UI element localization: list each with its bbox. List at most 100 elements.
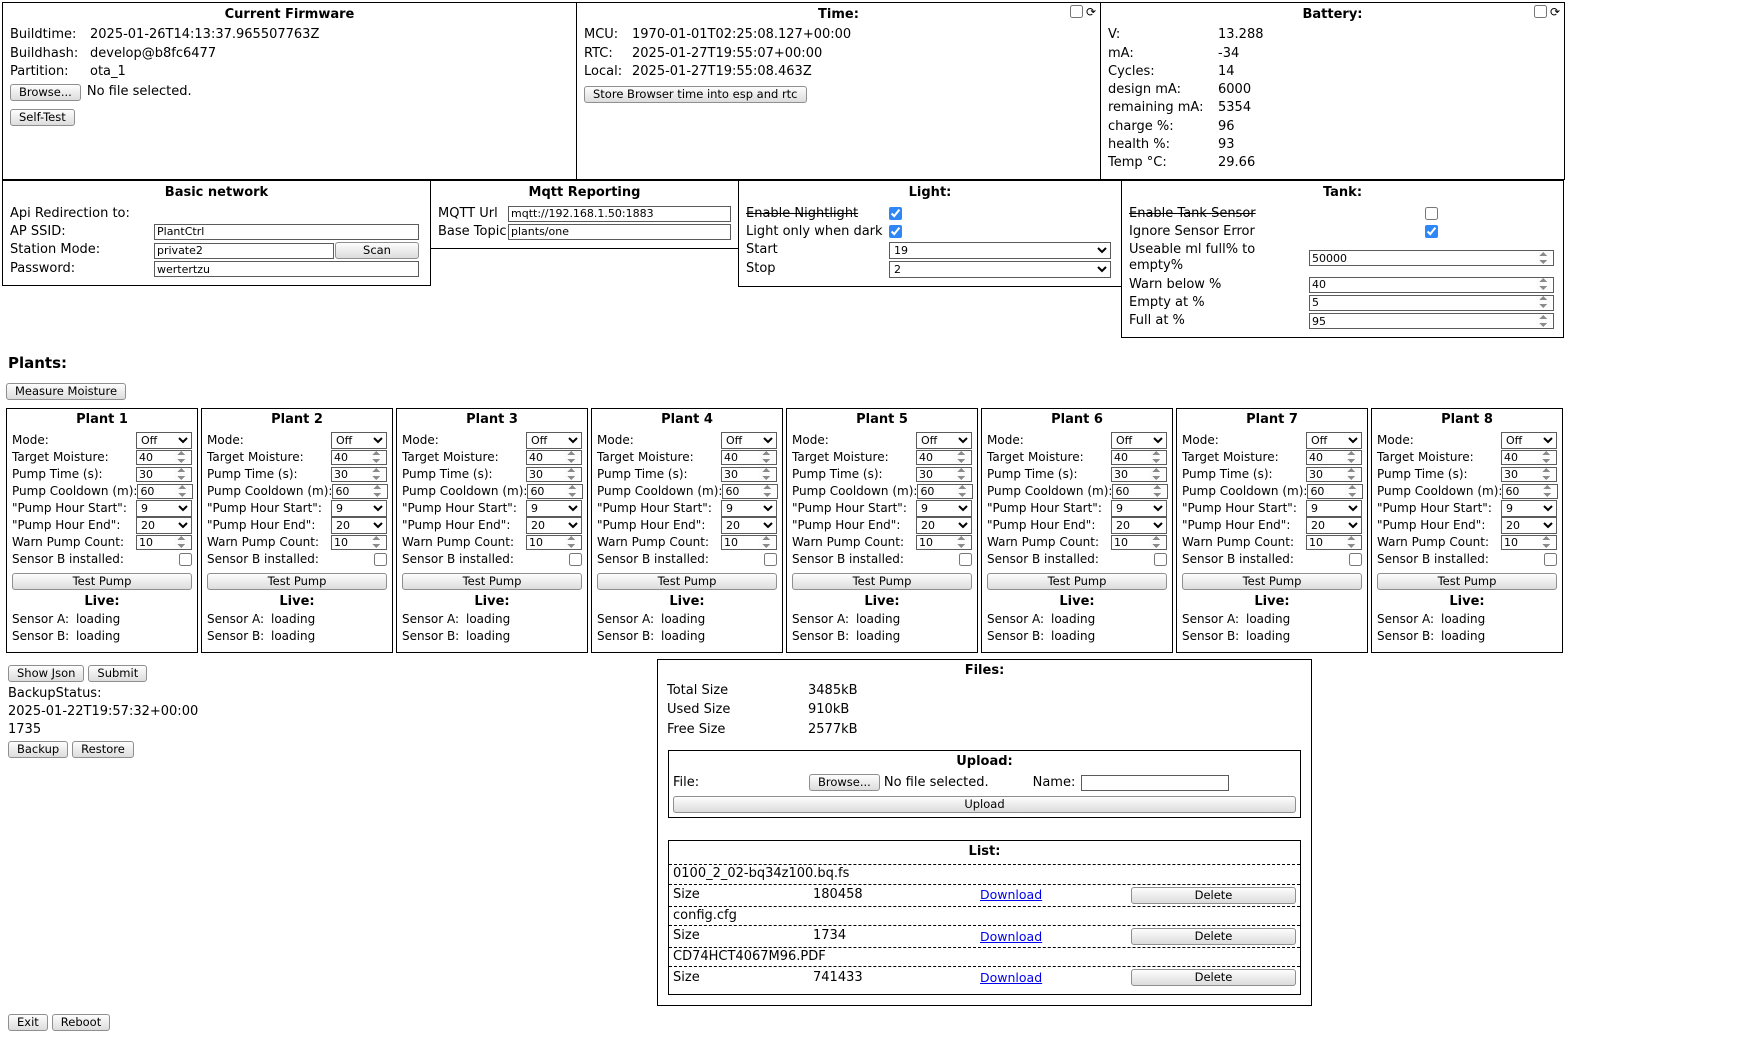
pump-hour-end-select[interactable]: 20 <box>1306 517 1362 534</box>
pump-hour-start-select[interactable]: 9 <box>1111 500 1167 517</box>
empty-at-input[interactable] <box>1309 295 1554 311</box>
target-moisture-input[interactable] <box>1111 450 1167 465</box>
pump-hour-end-select[interactable]: 20 <box>916 517 972 534</box>
sensor-b-installed-checkbox[interactable] <box>569 553 582 566</box>
target-moisture-input[interactable] <box>136 450 192 465</box>
light-start-select[interactable]: 19 <box>889 242 1111 259</box>
download-link[interactable]: Download <box>980 970 1131 986</box>
pump-time-input[interactable] <box>916 467 972 482</box>
pump-hour-end-select[interactable]: 20 <box>331 517 387 534</box>
measure-moisture-button[interactable]: Measure Moisture <box>6 383 126 400</box>
sensor-b-installed-checkbox[interactable] <box>1349 553 1362 566</box>
upload-name-input[interactable] <box>1081 775 1229 791</box>
upload-button[interactable]: Upload <box>673 796 1296 813</box>
warn-pump-count-input[interactable] <box>721 535 777 550</box>
sensor-b-installed-checkbox[interactable] <box>1544 553 1557 566</box>
sensor-b-installed-checkbox[interactable] <box>959 553 972 566</box>
pump-cooldown-input[interactable] <box>527 484 583 499</box>
mode-select[interactable]: Off <box>721 432 777 449</box>
test-pump-button[interactable]: Test Pump <box>597 573 777 590</box>
pump-time-input[interactable] <box>331 467 387 482</box>
upload-browse-button[interactable]: Browse... <box>809 774 880 791</box>
sensor-b-installed-checkbox[interactable] <box>374 553 387 566</box>
mode-select[interactable]: Off <box>1306 432 1362 449</box>
pump-hour-end-select[interactable]: 20 <box>1111 517 1167 534</box>
pump-time-input[interactable] <box>721 467 777 482</box>
battery-refresh-icon[interactable]: ⟳ <box>1550 6 1560 18</box>
station-ssid-input[interactable] <box>154 243 334 259</box>
pump-hour-start-select[interactable]: 9 <box>526 500 582 517</box>
test-pump-button[interactable]: Test Pump <box>12 573 192 590</box>
pump-cooldown-input[interactable] <box>917 484 973 499</box>
sensor-b-installed-checkbox[interactable] <box>179 553 192 566</box>
mode-select[interactable]: Off <box>526 432 582 449</box>
pump-cooldown-input[interactable] <box>1502 484 1558 499</box>
time-refresh-icon[interactable]: ⟳ <box>1086 6 1096 18</box>
test-pump-button[interactable]: Test Pump <box>987 573 1167 590</box>
target-moisture-input[interactable] <box>1306 450 1362 465</box>
pump-cooldown-input[interactable] <box>1307 484 1363 499</box>
test-pump-button[interactable]: Test Pump <box>1182 573 1362 590</box>
mode-select[interactable]: Off <box>1111 432 1167 449</box>
useable-ml-input[interactable] <box>1309 250 1554 266</box>
show-json-button[interactable]: Show Json <box>8 665 84 682</box>
target-moisture-input[interactable] <box>916 450 972 465</box>
pump-cooldown-input[interactable] <box>1112 484 1168 499</box>
warn-pump-count-input[interactable] <box>916 535 972 550</box>
time-auto-update-checkbox[interactable] <box>1070 5 1083 18</box>
warn-pump-count-input[interactable] <box>1501 535 1557 550</box>
pump-hour-start-select[interactable]: 9 <box>1501 500 1557 517</box>
pump-time-input[interactable] <box>1111 467 1167 482</box>
only-when-dark-checkbox[interactable] <box>889 225 902 238</box>
target-moisture-input[interactable] <box>526 450 582 465</box>
battery-auto-update-checkbox[interactable] <box>1534 5 1547 18</box>
mode-select[interactable]: Off <box>136 432 192 449</box>
warn-pump-count-input[interactable] <box>331 535 387 550</box>
pump-time-input[interactable] <box>1306 467 1362 482</box>
pump-hour-end-select[interactable]: 20 <box>526 517 582 534</box>
ap-ssid-input[interactable] <box>154 224 419 240</box>
test-pump-button[interactable]: Test Pump <box>792 573 972 590</box>
scan-button[interactable]: Scan <box>335 242 419 259</box>
pump-time-input[interactable] <box>1501 467 1557 482</box>
warn-pump-count-input[interactable] <box>136 535 192 550</box>
pump-hour-start-select[interactable]: 9 <box>136 500 192 517</box>
sensor-b-installed-checkbox[interactable] <box>1154 553 1167 566</box>
pump-hour-start-select[interactable]: 9 <box>721 500 777 517</box>
test-pump-button[interactable]: Test Pump <box>402 573 582 590</box>
pump-hour-end-select[interactable]: 20 <box>1501 517 1557 534</box>
download-link[interactable]: Download <box>980 887 1131 903</box>
pump-hour-end-select[interactable]: 20 <box>721 517 777 534</box>
delete-button[interactable]: Delete <box>1131 928 1296 945</box>
tank-enable-checkbox[interactable] <box>1309 207 1554 220</box>
pump-hour-start-select[interactable]: 9 <box>331 500 387 517</box>
backup-button[interactable]: Backup <box>8 741 68 758</box>
nightlight-checkbox[interactable] <box>889 207 902 220</box>
test-pump-button[interactable]: Test Pump <box>207 573 387 590</box>
store-time-button[interactable]: Store Browser time into esp and rtc <box>584 86 807 103</box>
delete-button[interactable]: Delete <box>1131 969 1296 986</box>
warn-pump-count-input[interactable] <box>526 535 582 550</box>
pump-hour-start-select[interactable]: 9 <box>916 500 972 517</box>
delete-button[interactable]: Delete <box>1131 887 1296 904</box>
self-test-button[interactable]: Self-Test <box>10 109 75 126</box>
firmware-browse-button[interactable]: Browse... <box>10 84 81 101</box>
test-pump-button[interactable]: Test Pump <box>1377 573 1557 590</box>
pump-time-input[interactable] <box>136 467 192 482</box>
warn-pump-count-input[interactable] <box>1111 535 1167 550</box>
restore-button[interactable]: Restore <box>72 741 134 758</box>
target-moisture-input[interactable] <box>721 450 777 465</box>
submit-button[interactable]: Submit <box>88 665 147 682</box>
target-moisture-input[interactable] <box>331 450 387 465</box>
full-at-input[interactable] <box>1309 313 1554 329</box>
light-stop-select[interactable]: 2 <box>889 261 1111 278</box>
pump-cooldown-input[interactable] <box>722 484 778 499</box>
sensor-b-installed-checkbox[interactable] <box>764 553 777 566</box>
warn-below-input[interactable] <box>1309 277 1554 293</box>
download-link[interactable]: Download <box>980 929 1131 945</box>
password-input[interactable] <box>154 261 419 277</box>
mode-select[interactable]: Off <box>331 432 387 449</box>
base-topic-input[interactable] <box>508 224 731 240</box>
pump-cooldown-input[interactable] <box>332 484 388 499</box>
mqtt-url-input[interactable] <box>508 206 731 222</box>
